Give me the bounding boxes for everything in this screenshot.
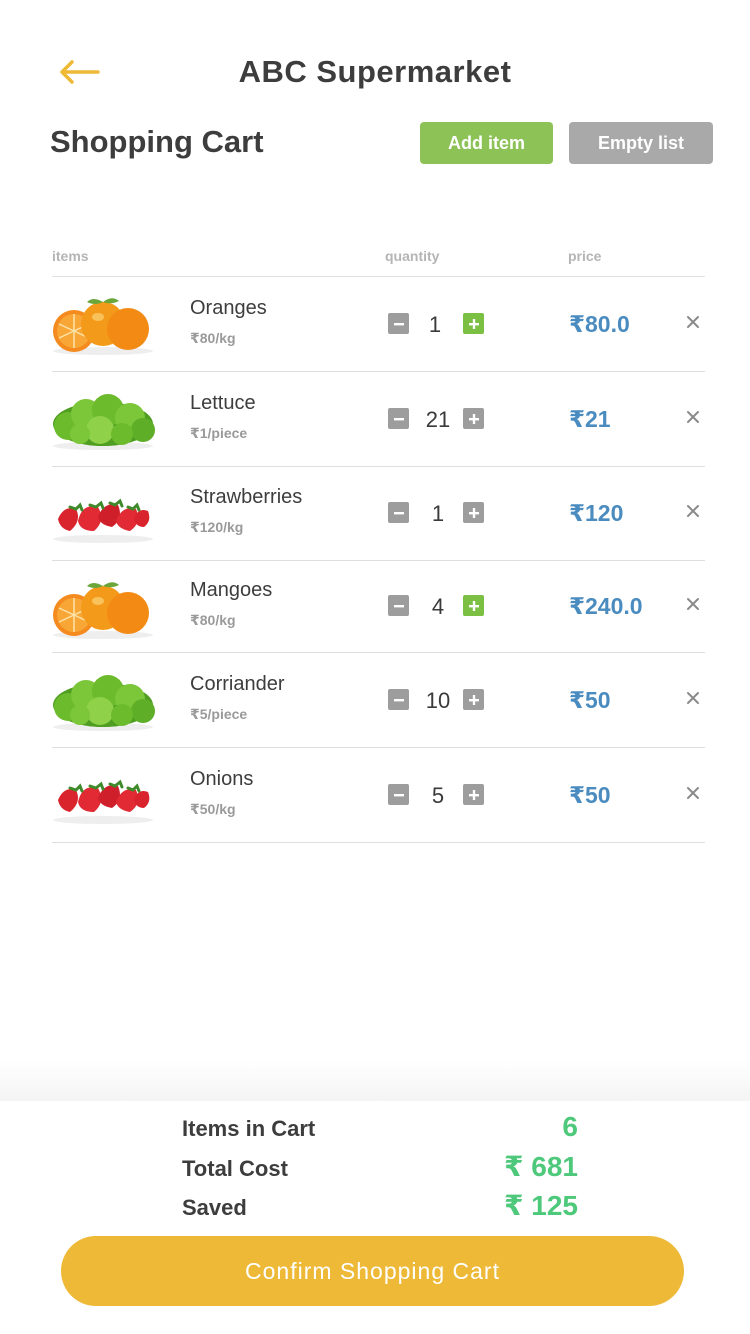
- quantity-value: 4: [431, 594, 445, 619]
- close-icon: [686, 504, 700, 523]
- increase-quantity-button[interactable]: [463, 784, 484, 805]
- price-column-header: price: [568, 248, 602, 264]
- decrease-quantity-button[interactable]: [388, 313, 409, 334]
- item-price: ₹120: [569, 500, 624, 526]
- remove-item-button[interactable]: [682, 313, 704, 335]
- cart-row: Corriander ₹5/piece 10 ₹50: [52, 653, 705, 748]
- item-unit-price: ₹80/kg: [190, 330, 236, 346]
- increase-quantity-button[interactable]: [463, 313, 484, 334]
- decrease-quantity-button[interactable]: [388, 408, 409, 429]
- item-name: Mangoes: [190, 579, 273, 601]
- quantity-column-header: quantity: [385, 248, 440, 264]
- product-image: [48, 386, 158, 452]
- cart-row: Oranges ₹80/kg 1 ₹80.0: [52, 277, 705, 372]
- item-unit-price: ₹120/kg: [190, 519, 244, 535]
- minus-icon: [393, 694, 405, 706]
- saved-value: ₹ 125: [504, 1190, 578, 1221]
- plus-icon: [468, 789, 480, 801]
- close-icon: [686, 315, 700, 334]
- decrease-quantity-button[interactable]: [388, 784, 409, 805]
- remove-item-button[interactable]: [682, 595, 704, 617]
- item-price: ₹50: [569, 687, 611, 713]
- quantity-value: 1: [428, 312, 442, 337]
- total-cost-value: ₹ 681: [504, 1151, 578, 1182]
- quantity-value: 10: [425, 688, 451, 713]
- item-name: Onions: [190, 768, 254, 790]
- cart-row: Strawberries ₹120/kg 1 ₹120: [52, 467, 705, 561]
- decrease-quantity-button[interactable]: [388, 689, 409, 710]
- item-unit-price: ₹80/kg: [190, 612, 236, 628]
- product-image: [48, 481, 158, 547]
- item-price: ₹240.0: [569, 593, 643, 619]
- product-image: [48, 291, 158, 357]
- items-column-header: items: [52, 248, 89, 264]
- remove-item-button[interactable]: [682, 689, 704, 711]
- item-unit-price: ₹5/piece: [190, 706, 248, 722]
- add-item-button[interactable]: Add item: [420, 122, 553, 164]
- item-price: ₹50: [569, 782, 611, 808]
- plus-icon: [468, 600, 480, 612]
- plus-icon: [468, 318, 480, 330]
- decrease-quantity-button[interactable]: [388, 595, 409, 616]
- item-name: Corriander: [190, 673, 285, 695]
- minus-icon: [393, 413, 405, 425]
- item-price: ₹80.0: [569, 311, 630, 337]
- item-unit-price: ₹50/kg: [190, 801, 236, 817]
- close-icon: [686, 597, 700, 616]
- total-cost-label: Total Cost: [182, 1156, 288, 1181]
- quantity-value: 5: [431, 783, 445, 808]
- minus-icon: [393, 600, 405, 612]
- item-price: ₹21: [569, 406, 611, 432]
- plus-icon: [468, 413, 480, 425]
- close-icon: [686, 410, 700, 429]
- close-icon: [686, 691, 700, 710]
- items-in-cart-value: 6: [562, 1111, 578, 1142]
- plus-icon: [468, 694, 480, 706]
- item-name: Strawberries: [190, 486, 303, 508]
- item-name: Lettuce: [190, 392, 256, 414]
- remove-item-button[interactable]: [682, 784, 704, 806]
- product-image: [48, 762, 158, 828]
- item-name: Oranges: [190, 297, 267, 319]
- page-title: Shopping Cart: [50, 124, 264, 159]
- quantity-value: 1: [431, 501, 445, 526]
- remove-item-button[interactable]: [682, 408, 704, 430]
- decrease-quantity-button[interactable]: [388, 502, 409, 523]
- product-image: [48, 575, 158, 641]
- close-icon: [686, 786, 700, 805]
- item-unit-price: ₹1/piece: [190, 425, 248, 441]
- cart-row: Onions ₹50/kg 5 ₹50: [52, 748, 705, 843]
- increase-quantity-button[interactable]: [463, 408, 484, 429]
- empty-list-button[interactable]: Empty list: [569, 122, 713, 164]
- increase-quantity-button[interactable]: [463, 595, 484, 616]
- minus-icon: [393, 507, 405, 519]
- confirm-shopping-cart-button[interactable]: Confirm Shopping Cart: [61, 1236, 684, 1306]
- items-in-cart-label: Items in Cart: [182, 1116, 316, 1141]
- minus-icon: [393, 318, 405, 330]
- cart-row: Mangoes ₹80/kg 4 ₹240.0: [52, 561, 705, 653]
- increase-quantity-button[interactable]: [463, 689, 484, 710]
- plus-icon: [468, 507, 480, 519]
- summary-divider: [0, 1060, 750, 1101]
- remove-item-button[interactable]: [682, 502, 704, 524]
- cart-row: Lettuce ₹1/piece 21 ₹21: [52, 372, 705, 467]
- increase-quantity-button[interactable]: [463, 502, 484, 523]
- quantity-value: 21: [425, 407, 451, 432]
- saved-label: Saved: [182, 1195, 247, 1220]
- minus-icon: [393, 789, 405, 801]
- product-image: [48, 667, 158, 733]
- app-title: ABC Supermarket: [238, 54, 512, 89]
